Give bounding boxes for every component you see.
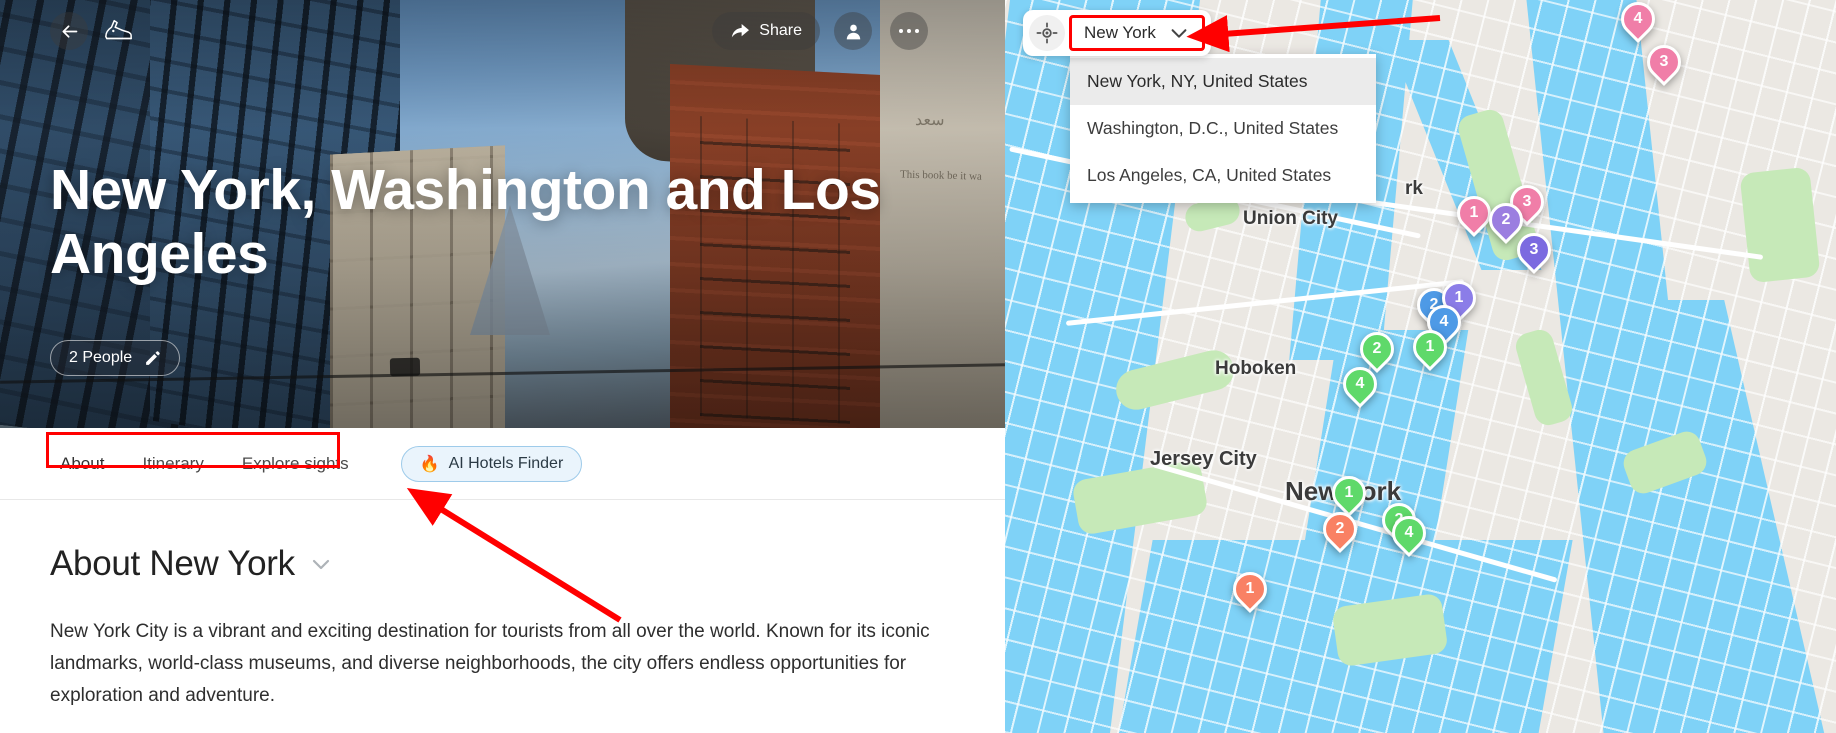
park-f <box>1739 166 1821 284</box>
chevron-down-icon[interactable] <box>1168 22 1190 44</box>
hero-toolbar: Share <box>0 0 1005 62</box>
city-dropdown-menu[interactable]: New York, NY, United States Washington, … <box>1070 54 1376 203</box>
map-pin-number: 2 <box>1372 340 1382 357</box>
back-arrow-icon <box>62 24 77 38</box>
section-tabs: About Itinerary Explore sights <box>50 446 359 482</box>
map-label-union-city: Union City <box>1243 208 1338 229</box>
map-pin[interactable]: 2 <box>1315 504 1365 556</box>
dropdown-option-new-york[interactable]: New York, NY, United States <box>1070 58 1376 105</box>
section-tabs-bar: About Itinerary Explore sights 🔥 AI Hote… <box>0 428 1005 500</box>
share-button[interactable]: Share <box>712 12 820 50</box>
city-select-value: New York <box>1084 23 1156 42</box>
map-panel[interactable]: Union City Hoboken Jersey City New York … <box>1005 0 1836 733</box>
map-pin-number: 3 <box>1529 241 1539 258</box>
pencil-icon <box>146 350 160 365</box>
city-select[interactable]: New York <box>1069 15 1205 51</box>
dropdown-option-los-angeles[interactable]: Los Angeles, CA, United States <box>1070 152 1376 199</box>
map-pin-number: 4 <box>1633 10 1643 27</box>
map-pin-number: 2 <box>1501 211 1511 228</box>
tab-about[interactable]: About <box>60 454 104 474</box>
map-pin[interactable]: 3 <box>1639 37 1689 89</box>
trip-detail-panel: سعد This book be it wa <box>0 0 1005 733</box>
map-pin-number: 1 <box>1344 484 1354 501</box>
map-pin[interactable]: 4 <box>1613 0 1663 46</box>
more-options-button[interactable] <box>890 12 928 50</box>
share-arrow-icon <box>732 24 750 38</box>
map-label-york-fragment: rk <box>1405 178 1423 199</box>
map-pin-number: 4 <box>1404 524 1414 541</box>
chevron-down-icon[interactable] <box>309 552 333 576</box>
about-heading: About New York <box>50 544 295 583</box>
sneaker-logo[interactable] <box>98 12 138 50</box>
tab-itinerary[interactable]: Itinerary <box>142 454 203 474</box>
map-pin-number: 4 <box>1355 375 1365 392</box>
map-control-group: New York <box>1023 10 1211 56</box>
map-pin-number: 2 <box>1335 520 1345 537</box>
map-label-jersey-city: Jersey City <box>1150 448 1257 470</box>
map-pin-number: 1 <box>1425 338 1435 355</box>
page-title: New York, Washington and Los Angeles <box>50 158 881 287</box>
person-icon <box>846 24 860 39</box>
map-pin[interactable]: 4 <box>1384 508 1434 560</box>
map-pin-number: 1 <box>1245 580 1255 597</box>
travel-planner-app: سعد This book be it wa <box>0 0 1836 733</box>
map-pin[interactable]: 4 <box>1335 359 1385 411</box>
map-pin-number: 1 <box>1469 204 1479 221</box>
map-top-controls: New York <box>1023 10 1211 56</box>
flame-icon: 🔥 <box>419 455 440 473</box>
hero-banner: سعد This book be it wa <box>0 0 1005 428</box>
about-paragraph: New York City is a vibrant and exciting … <box>50 621 930 706</box>
map-pin-number: 3 <box>1659 53 1669 70</box>
people-count-badge[interactable]: 2 People <box>50 340 181 376</box>
crosshair-locate-icon <box>1036 22 1058 44</box>
ai-hotels-finder-button[interactable]: 🔥 AI Hotels Finder <box>400 445 583 482</box>
map-pin[interactable]: 1 <box>1405 322 1455 374</box>
about-section: About New York New York City is a vibran… <box>0 500 1005 712</box>
collaborators-button[interactable] <box>834 12 872 50</box>
map-pin[interactable]: 3 <box>1509 225 1559 277</box>
about-heading-row[interactable]: About New York <box>50 544 955 584</box>
ellipsis-icon <box>898 28 920 34</box>
back-button[interactable] <box>50 12 88 50</box>
share-label: Share <box>759 22 802 39</box>
map-pin[interactable]: 1 <box>1449 188 1499 240</box>
map-pin[interactable]: 1 <box>1225 564 1275 616</box>
locate-me-button[interactable] <box>1029 15 1065 51</box>
dropdown-option-washington[interactable]: Washington, D.C., United States <box>1070 105 1376 152</box>
map-label-hoboken: Hoboken <box>1215 358 1297 379</box>
tab-explore-sights[interactable]: Explore sights <box>242 454 349 474</box>
people-count-label: 2 People <box>69 349 133 366</box>
ai-hotels-finder-label: AI Hotels Finder <box>448 454 564 472</box>
sneaker-icon <box>105 19 132 40</box>
